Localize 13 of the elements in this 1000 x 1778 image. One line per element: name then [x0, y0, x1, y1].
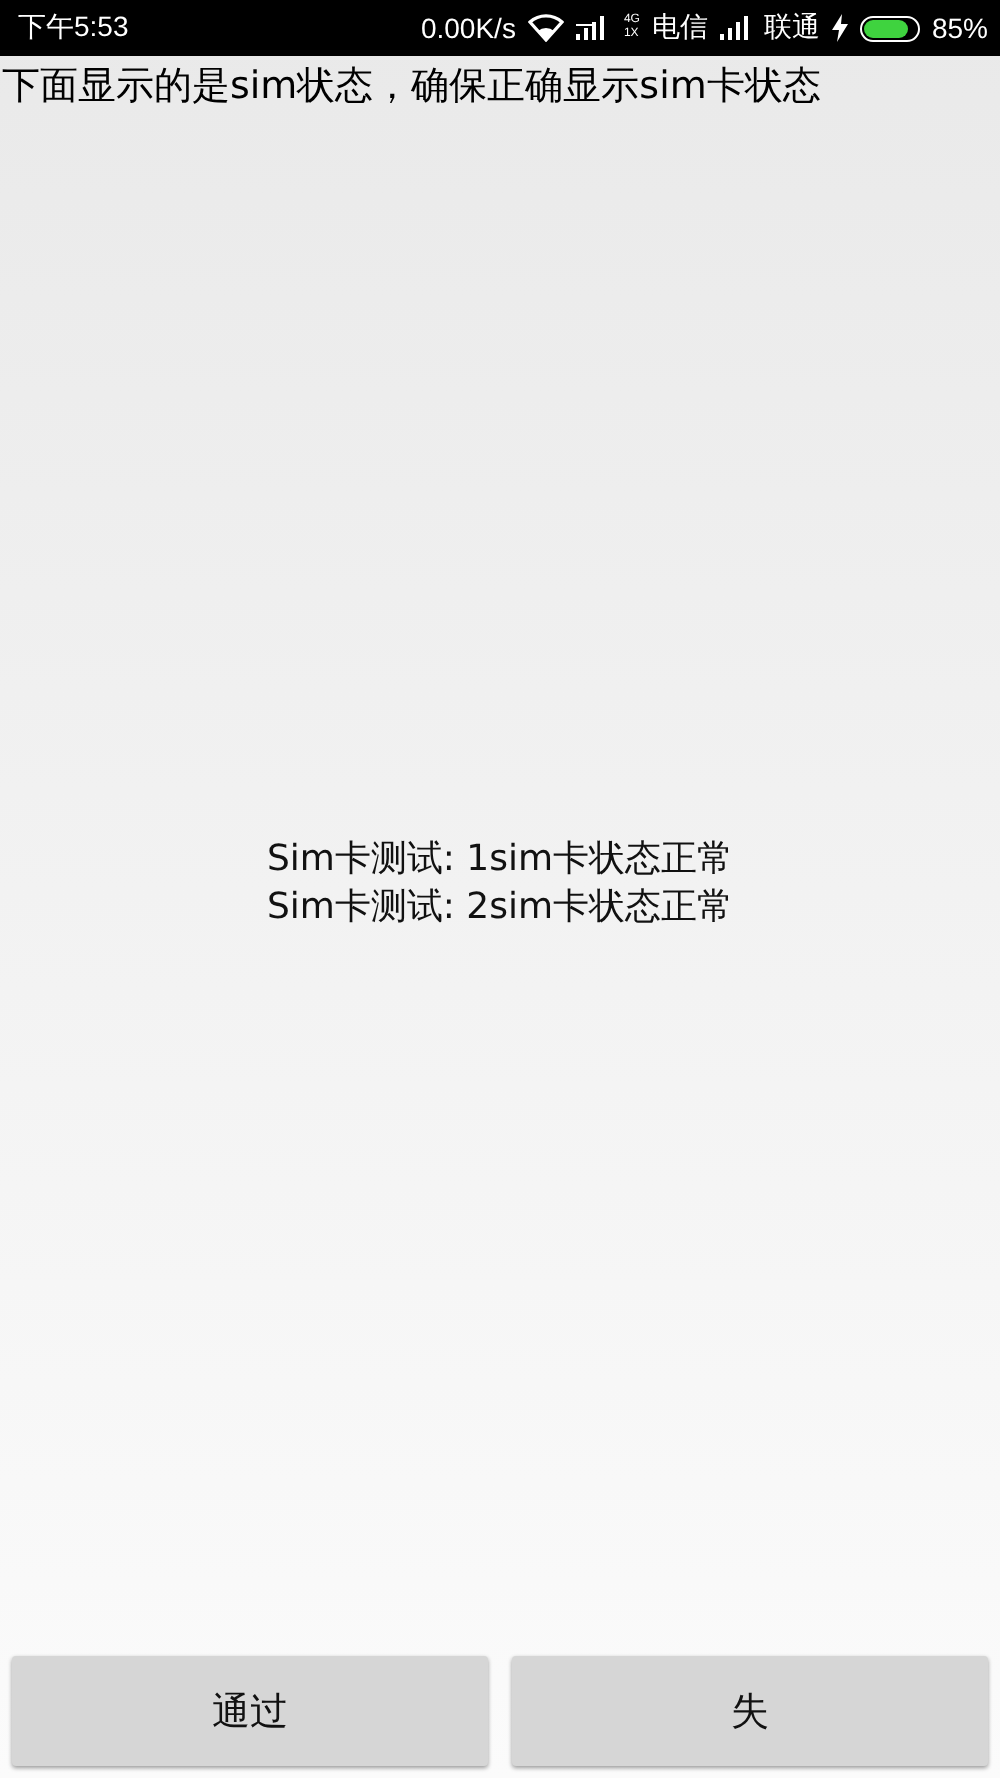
carrier-name: 电信: [651, 10, 708, 46]
wifi-icon: [527, 14, 564, 42]
fail-button[interactable]: 失: [512, 1656, 988, 1766]
sim-status-text: Sim卡测试: 1sim卡状态正常: [266, 836, 734, 884]
battery-icon: [859, 15, 920, 41]
instruction-text: 下面显示的是sim状态，确保正确显示sim卡状态: [0, 62, 823, 112]
carrier-name: 联通: [763, 10, 820, 46]
network-speed: 0.00K/s: [420, 12, 516, 44]
signal-icon: [719, 16, 752, 40]
pass-button[interactable]: 通过: [12, 1656, 488, 1766]
battery-percent: 85%: [931, 12, 988, 44]
sim-status-text: Sim卡测试: 2sim卡状态正常: [266, 884, 734, 932]
clock: 下午5:53: [18, 10, 129, 46]
